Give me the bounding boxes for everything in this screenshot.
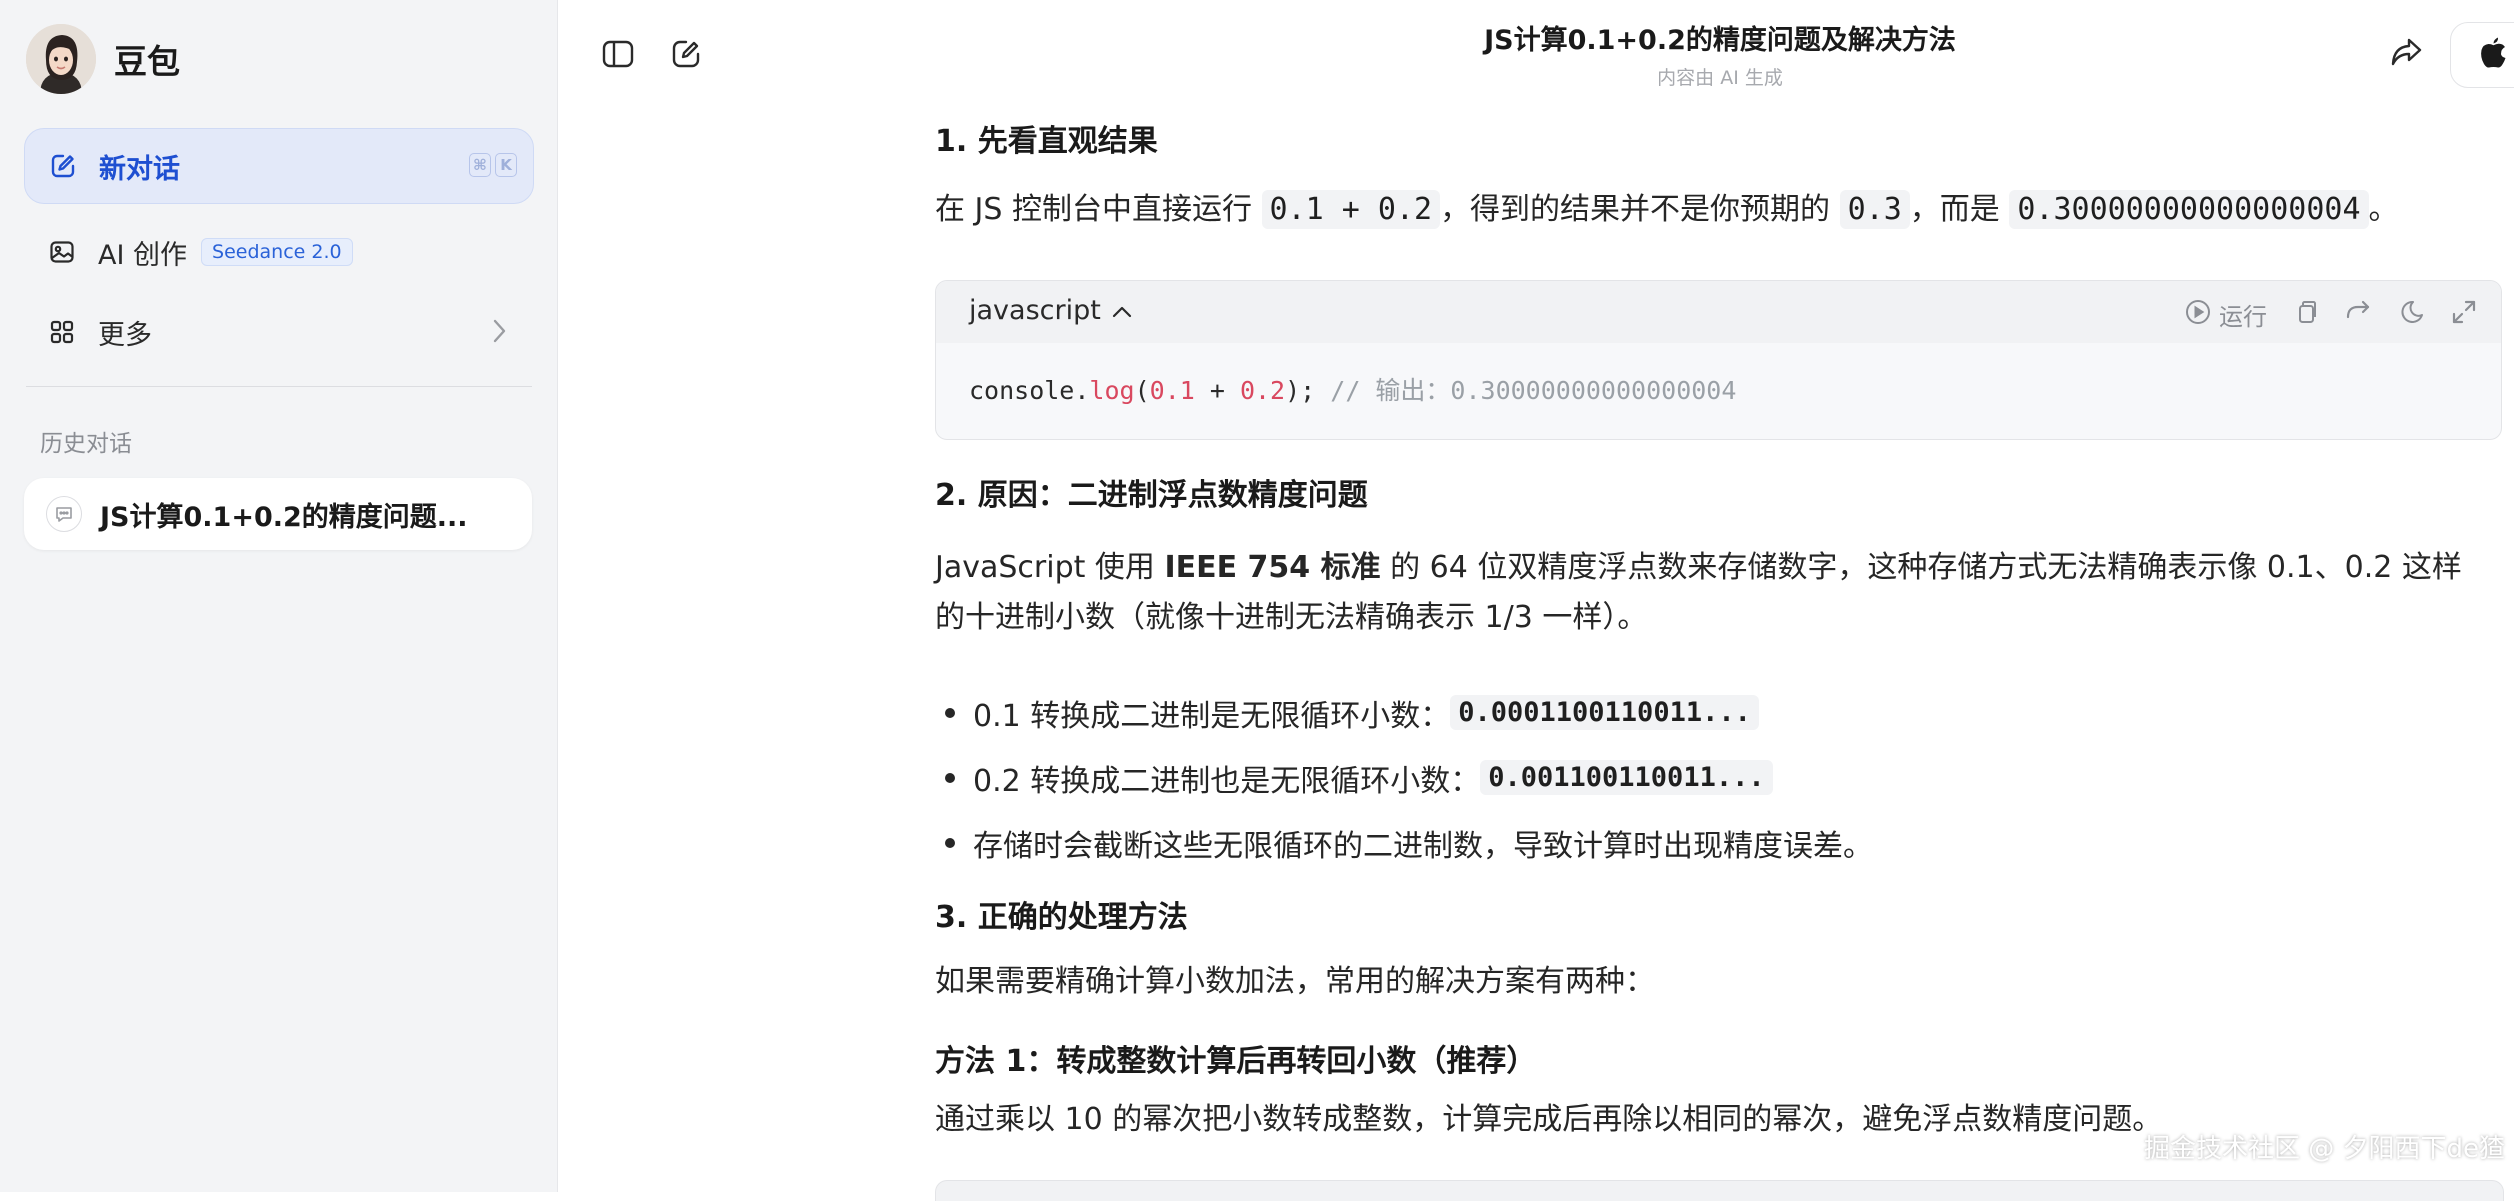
more-button[interactable]: 更多	[24, 294, 534, 370]
text-span: 在 JS 控制台中直接运行	[935, 192, 1262, 227]
inline-code: 0.0001100110011...	[1450, 695, 1759, 730]
code-token: +	[1194, 376, 1240, 405]
apple-icon	[2479, 36, 2507, 74]
code-token-comment: // 输出：0.30000000000000004	[1315, 376, 1737, 405]
image-icon	[46, 236, 78, 268]
new-chat-label: 新对话	[99, 153, 180, 185]
run-label: 运行	[2219, 303, 2267, 331]
paragraph-1: 在 JS 控制台中直接运行 0.1 + 0.2 ，得到的结果并不是你预期的 0.3…	[935, 184, 2399, 236]
shortcut-hint: ⌘ K	[469, 153, 517, 177]
paragraph-2-line-1: JavaScript 使用 IEEE 754 标准 的 64 位双精度浮点数来存…	[935, 542, 2462, 594]
code-token-function: log	[1089, 376, 1135, 405]
sidebar-divider	[26, 386, 532, 387]
brand[interactable]: 豆包	[26, 24, 180, 94]
list-item-text: 存储时会截断这些无限循环的二进制数，导致计算时出现精度误差。	[973, 828, 1873, 864]
list-item: 存储时会截断这些无限循环的二进制数，导致计算时出现精度误差。	[935, 810, 1873, 875]
bold-text: IEEE 754 标准	[1164, 550, 1381, 585]
code-token: (	[1134, 376, 1150, 405]
heading-2: 2. 原因：二进制浮点数精度问题	[935, 478, 1368, 513]
avatar	[26, 24, 96, 94]
bullet-dot	[945, 772, 955, 783]
paragraph-4: 通过乘以 10 的幂次把小数转成整数，计算完成后再除以相同的幂次，避免浮点数精度…	[935, 1102, 2163, 1137]
chat-bubble-icon	[46, 496, 82, 532]
chevron-up-icon	[1111, 295, 1133, 326]
inline-code: 0.001100110011...	[1480, 760, 1773, 795]
bullet-dot	[945, 707, 955, 718]
code-token: console	[969, 376, 1075, 405]
watermark: 掘金技术社区 @ 夕阳西下de猹	[2144, 1134, 2506, 1164]
code-token-number: 0.2	[1239, 376, 1286, 405]
conversation-header: JS计算0.1+0.2的精度问题及解决方法 内容由 AI 生成	[1300, 18, 2140, 90]
text-span: 的 64 位双精度浮点数来存储数字，这种存储方式无法精确表示像 0.1、0.2 …	[1380, 550, 2462, 585]
inline-code: 0.1 + 0.2	[1261, 190, 1441, 229]
new-chat-button[interactable]: 新对话 ⌘ K	[24, 128, 534, 204]
expand-icon[interactable]	[2451, 299, 2477, 331]
more-label: 更多	[98, 319, 152, 351]
code-line: console.log(0.1 + 0.2); // 输出：0.30000000…	[969, 371, 1736, 407]
wrap-icon[interactable]	[2345, 299, 2373, 331]
code-token: );	[1285, 376, 1316, 405]
text-span: ，得到的结果并不是你预期的	[1440, 192, 1840, 227]
seedance-badge: Seedance 2.0	[201, 238, 353, 266]
cmd-key: ⌘	[469, 153, 491, 177]
k-key: K	[495, 153, 517, 177]
copy-icon[interactable]	[2293, 299, 2319, 331]
list-item-text: 0.1 转换成二进制是无限循环小数：	[973, 698, 1451, 734]
history-section-label: 历史对话	[40, 431, 132, 457]
text-span: JavaScript 使用	[935, 550, 1165, 585]
heading-3: 3. 正确的处理方法	[935, 900, 1188, 935]
text-span: 。	[2368, 192, 2399, 227]
code-toolbar: 运行	[2185, 297, 2477, 332]
paragraph-3: 如果需要精确计算小数加法，常用的解决方案有两种：	[935, 964, 1655, 999]
next-code-block-edge	[935, 1180, 2504, 1201]
run-button[interactable]: 运行	[2185, 297, 2267, 332]
share-icon[interactable]	[2388, 34, 2424, 70]
code-token-number: 0.1	[1149, 376, 1195, 405]
brand-name: 豆包	[114, 42, 180, 81]
list-item: 0.1 转换成二进制是无限循环小数： 0.0001100110011...	[935, 680, 1873, 745]
download-app-button[interactable]	[2450, 22, 2514, 88]
grid-icon	[46, 316, 78, 348]
ai-create-button[interactable]: AI 创作 Seedance 2.0	[24, 214, 534, 290]
text-span: ，而是	[1909, 192, 2010, 227]
code-language-label: javascript	[969, 295, 1101, 326]
list-item-text: 0.2 转换成二进制也是无限循环小数：	[973, 763, 1481, 799]
heading-1: 1. 先看直观结果	[935, 124, 1158, 159]
code-block: javascript 运行 console.log(0.1 + 0.2); //…	[935, 280, 2502, 440]
code-block-header: javascript 运行	[936, 281, 2501, 343]
paragraph-2-line-2: 的十进制小数（就像十进制无法精确表示 1/3 一样）。	[935, 600, 1648, 635]
history-item[interactable]: JS计算0.1+0.2的精度问题...	[24, 478, 532, 550]
inline-code: 0.30000000000000004	[2009, 190, 2369, 229]
list-item: 0.2 转换成二进制也是无限循环小数： 0.001100110011...	[935, 745, 1873, 810]
ai-create-label: AI 创作	[98, 239, 188, 271]
code-token: .	[1074, 376, 1090, 405]
history-item-label: JS计算0.1+0.2的精度问题...	[100, 501, 468, 533]
bullet-dot	[945, 837, 955, 848]
theme-moon-icon[interactable]	[2399, 299, 2425, 331]
play-icon	[2185, 299, 2211, 331]
sidebar: 豆包 新对话 ⌘ K AI 创作 Seedance 2.0 更多 历史对话 JS…	[0, 0, 558, 1192]
new-chat-icon[interactable]	[668, 36, 704, 72]
heading-4: 方法 1：转成整数计算后再转回小数（推荐）	[935, 1044, 1537, 1079]
edit-icon	[47, 150, 79, 182]
sidebar-toggle-icon[interactable]	[600, 36, 636, 72]
chevron-right-icon	[488, 316, 510, 353]
bullet-list: 0.1 转换成二进制是无限循环小数： 0.0001100110011... 0.2…	[935, 680, 1873, 875]
code-language-toggle[interactable]: javascript	[969, 295, 1133, 326]
inline-code: 0.3	[1839, 190, 1910, 229]
ai-generated-note: 内容由 AI 生成	[1657, 67, 1783, 89]
conversation-title: JS计算0.1+0.2的精度问题及解决方法	[1484, 25, 1956, 56]
